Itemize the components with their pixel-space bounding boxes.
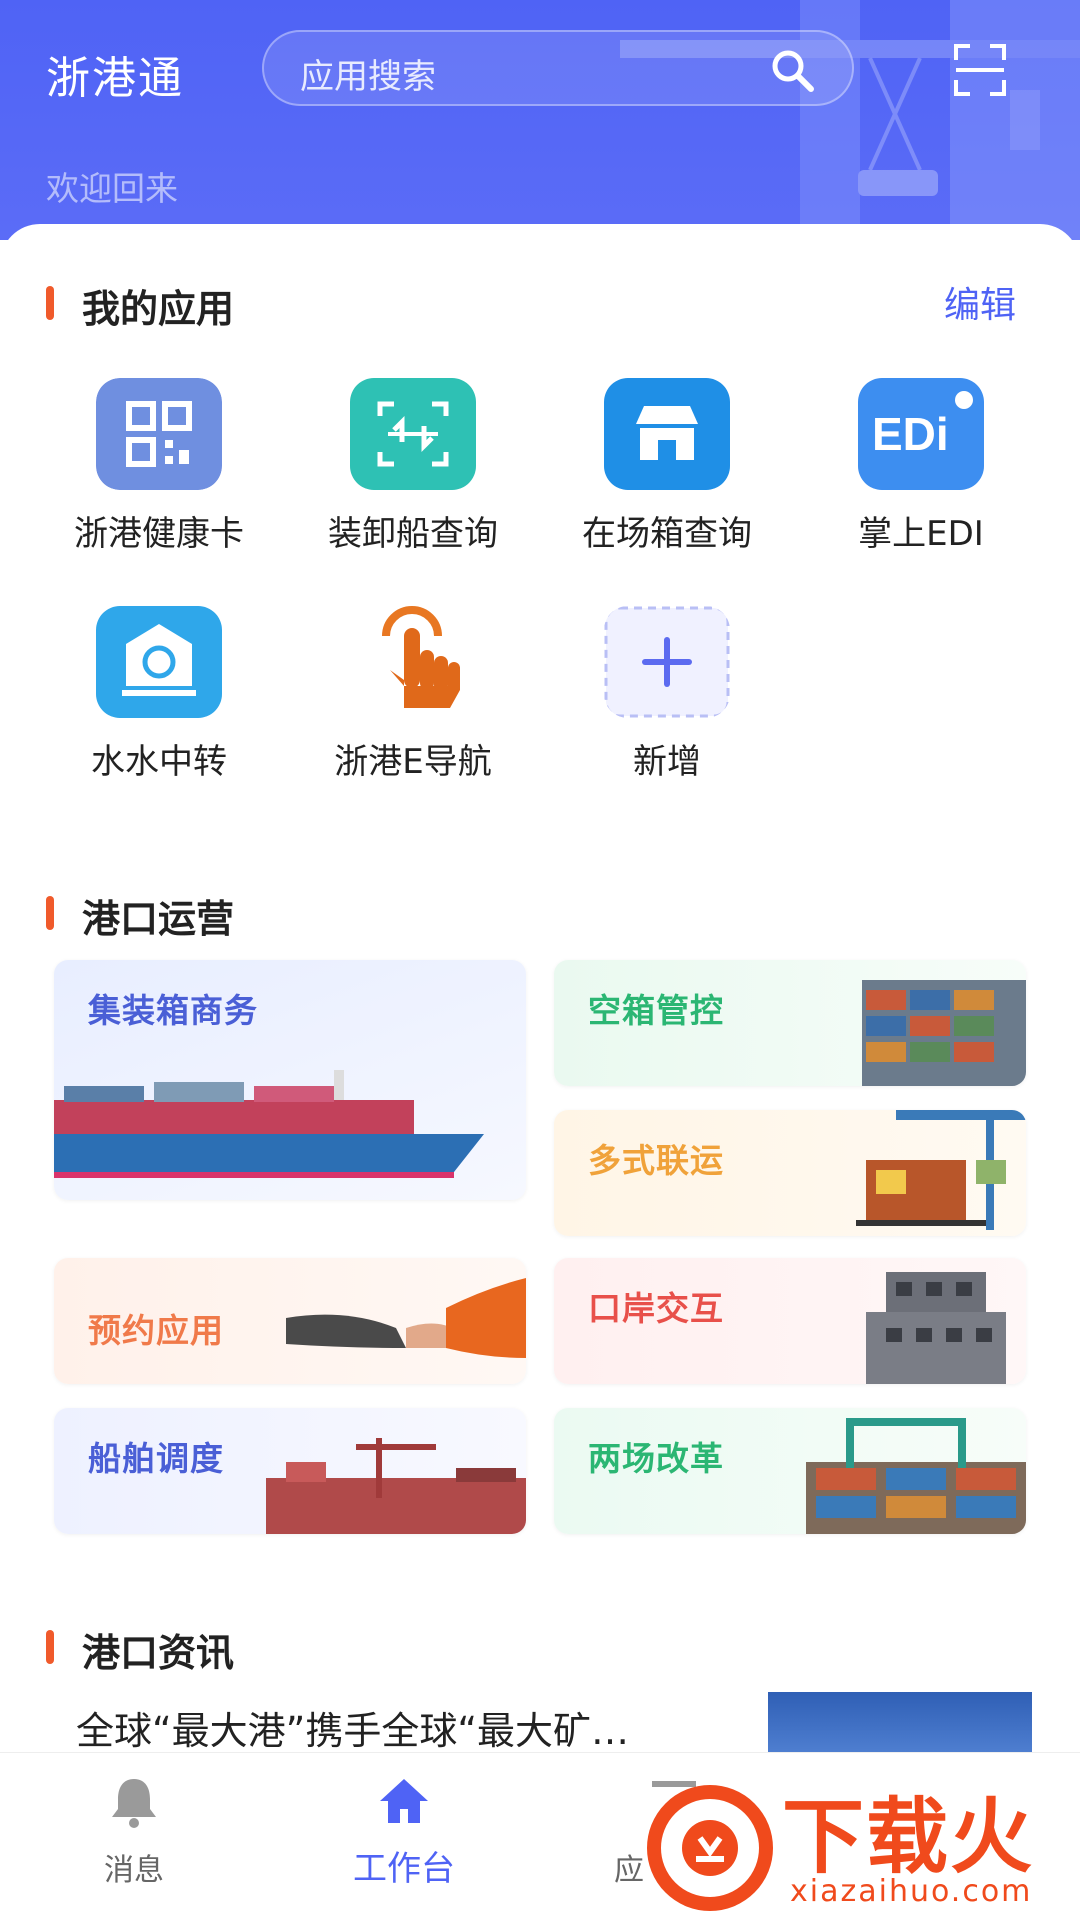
search-bar[interactable]: 应用搜索 <box>262 30 854 106</box>
tap-hand-icon <box>382 606 460 708</box>
app-label: 新增 <box>633 742 701 782</box>
app-water-transfer[interactable]: 水水中转 <box>34 606 284 806</box>
card-container-business[interactable]: 集装箱商务 <box>54 960 526 1200</box>
app-mobile-edi[interactable]: EDi 掌上EDI <box>796 378 1046 578</box>
news-title: 港口资讯 <box>46 1622 234 1677</box>
container-ship-image <box>54 1070 484 1178</box>
app-loading-query[interactable]: 装卸船查询 <box>288 378 538 578</box>
app-label: 浙港健康卡 <box>74 514 244 554</box>
train-crane-image <box>856 1110 1026 1230</box>
container-yard-image <box>806 1418 1026 1534</box>
search-placeholder: 应用搜索 <box>300 57 436 97</box>
card-empty-container-control[interactable]: 空箱管控 <box>554 960 1026 1086</box>
card-port-interaction[interactable]: 口岸交互 <box>554 1258 1026 1384</box>
news-thumbnail[interactable] <box>768 1692 1032 1752</box>
card-label: 多式联运 <box>588 1141 724 1180</box>
app-e-navigation[interactable]: 浙港E导航 <box>288 606 538 806</box>
handshake-image <box>286 1278 526 1358</box>
edit-button[interactable]: 编辑 <box>944 276 1016 328</box>
svg-text:EDi: EDi <box>872 408 949 460</box>
app-health-card[interactable]: 浙港健康卡 <box>34 378 284 578</box>
store-icon <box>604 378 730 490</box>
card-label: 两场改革 <box>588 1439 724 1478</box>
card-label: 预约应用 <box>88 1311 224 1350</box>
app-label: 掌上EDI <box>858 514 984 554</box>
card-multimodal-transport[interactable]: 多式联运 <box>554 1110 1026 1236</box>
watermark-sub: xiazaihuo.com <box>790 1874 1033 1909</box>
tab-label: 消息 <box>104 1853 164 1888</box>
container-stack-image <box>862 980 1026 1086</box>
watermark-text: 下载火 <box>782 1790 1035 1885</box>
port-ops-title: 港口运营 <box>46 888 234 943</box>
header: 浙港通 应用搜索 欢迎回来 <box>0 0 1080 240</box>
flame-logo-icon <box>647 1785 773 1911</box>
card-label: 船舶调度 <box>88 1439 224 1478</box>
app-label: 浙港E导航 <box>334 742 492 782</box>
qr-code-icon <box>96 378 222 490</box>
watermark-logo: 下载火 xiazaihuo.com <box>640 1762 1080 1920</box>
tab-label: 工作台 <box>353 1849 455 1889</box>
edi-icon: EDi <box>858 378 984 490</box>
app-label: 装卸船查询 <box>328 514 498 554</box>
card-appointment-apps[interactable]: 预约应用 <box>54 1258 526 1384</box>
home-icon <box>380 1779 428 1823</box>
my-apps-title: 我的应用 <box>46 278 234 333</box>
card-ship-dispatch[interactable]: 船舶调度 <box>54 1408 526 1534</box>
tab-workbench[interactable]: 工作台 <box>304 1753 504 1921</box>
search-icon <box>772 50 814 92</box>
main-content: 我的应用 编辑 浙港健康卡 装卸船查询 在场箱查询 EDi 掌上EDI 水水中转… <box>0 224 1080 1752</box>
news-headline[interactable]: 全球“最大港”携手全球“最大矿… <box>76 1700 629 1755</box>
tab-messages[interactable]: 消息 <box>34 1753 234 1921</box>
section-accent-bar <box>46 896 54 930</box>
scan-icon[interactable] <box>952 42 1008 98</box>
app-title: 浙港通 <box>46 53 184 104</box>
port-terminal-image <box>266 1438 526 1534</box>
app-yard-container-query[interactable]: 在场箱查询 <box>542 378 792 578</box>
welcome-text: 欢迎回来 <box>46 169 178 208</box>
app-label: 水水中转 <box>91 742 227 782</box>
bell-icon <box>112 1779 156 1828</box>
card-label: 口岸交互 <box>588 1289 724 1328</box>
transfer-cycle-icon <box>96 606 222 718</box>
add-icon <box>604 606 730 718</box>
section-accent-bar <box>46 1630 54 1664</box>
ship-transfer-icon <box>350 378 476 490</box>
card-two-yards-reform[interactable]: 两场改革 <box>554 1408 1026 1534</box>
section-accent-bar <box>46 286 54 320</box>
card-label: 空箱管控 <box>588 991 724 1030</box>
card-label: 集装箱商务 <box>88 991 258 1030</box>
app-label: 在场箱查询 <box>582 514 752 554</box>
building-image <box>866 1272 1006 1384</box>
app-add[interactable]: 新增 <box>542 606 792 806</box>
